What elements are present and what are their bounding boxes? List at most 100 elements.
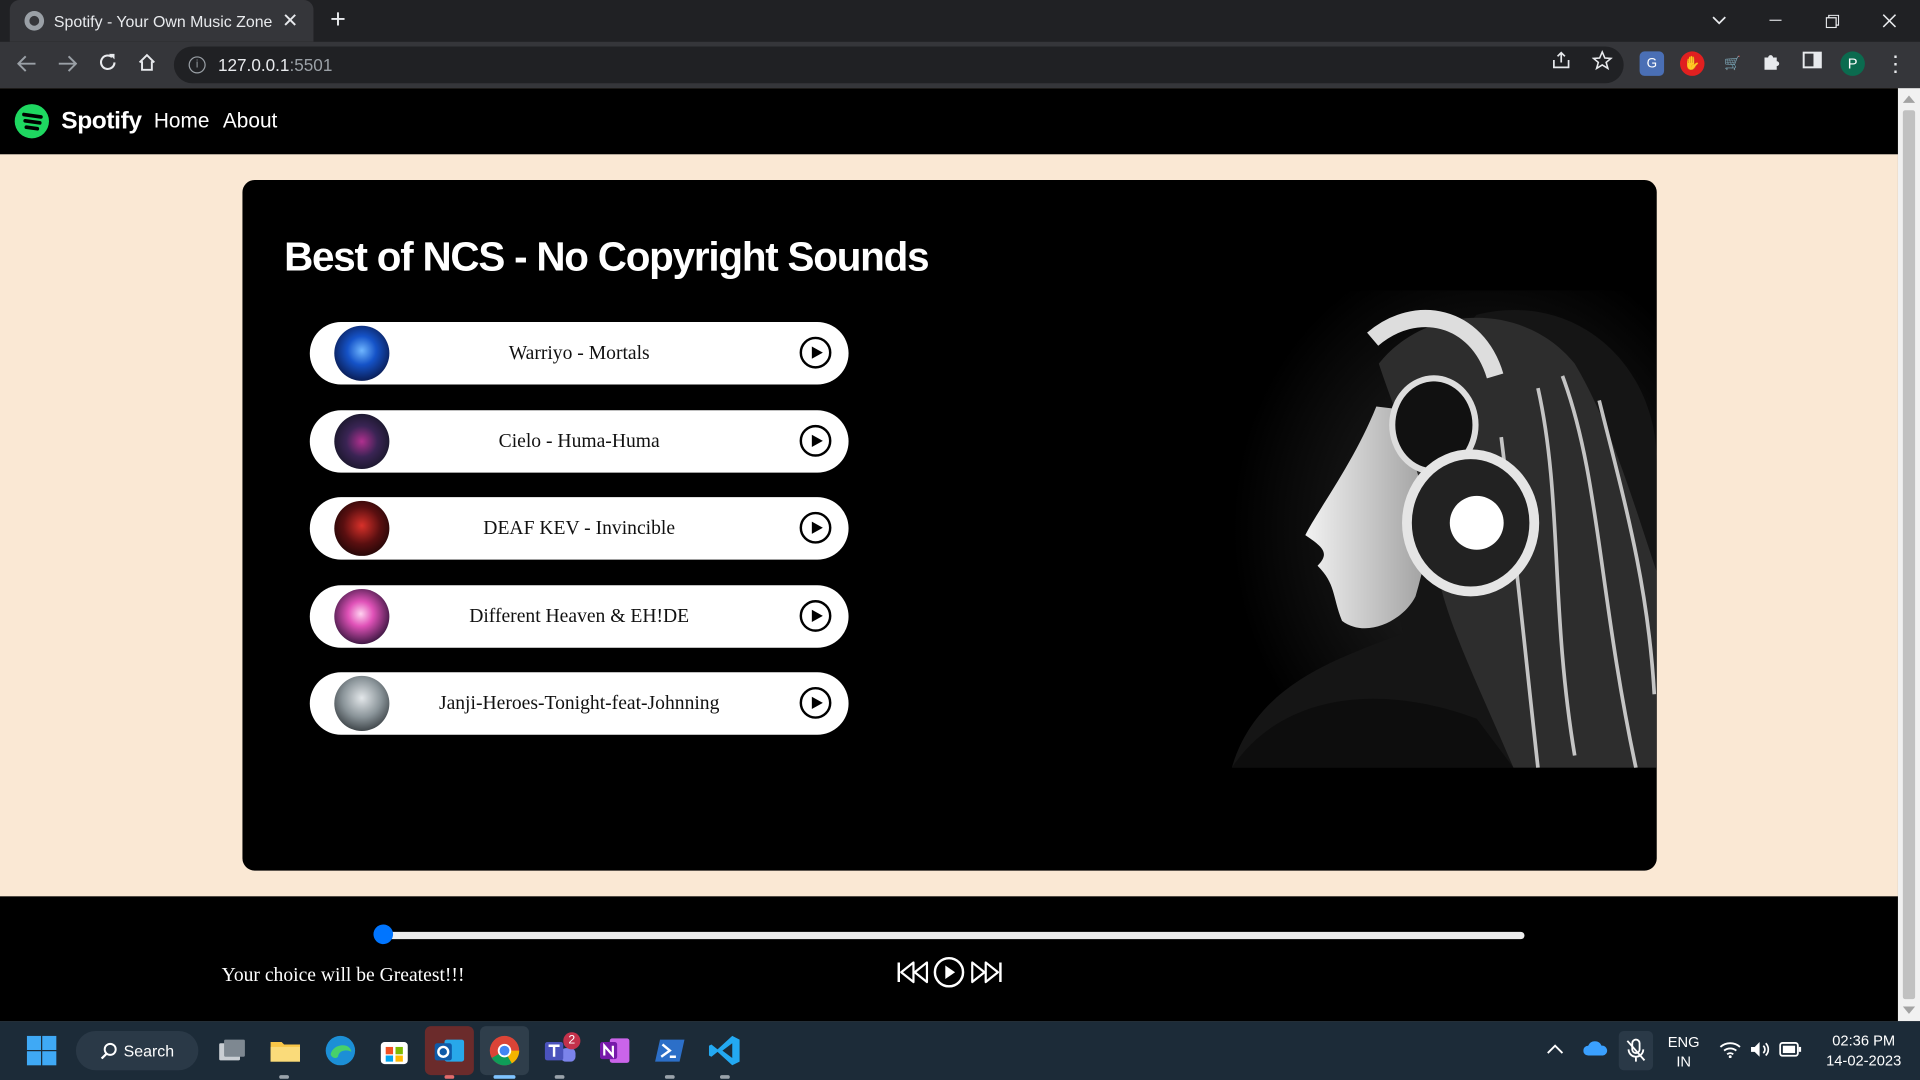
song-cover-image bbox=[334, 675, 390, 732]
song-item[interactable]: Warriyo - Mortals bbox=[309, 322, 849, 385]
edge-browser-icon[interactable] bbox=[323, 1033, 357, 1067]
globe-icon bbox=[24, 11, 45, 31]
clock[interactable]: 02:36 PM 14-02-2023 bbox=[1815, 1031, 1913, 1070]
wifi-icon[interactable] bbox=[1719, 1041, 1741, 1058]
nav-home-link[interactable]: Home bbox=[154, 109, 210, 133]
vscode-icon[interactable] bbox=[708, 1033, 742, 1067]
share-icon[interactable] bbox=[1548, 50, 1575, 77]
microsoft-store-icon[interactable] bbox=[377, 1033, 411, 1067]
reload-icon[interactable] bbox=[93, 50, 122, 79]
previous-track-icon[interactable] bbox=[896, 958, 930, 987]
onenote-icon[interactable] bbox=[598, 1033, 632, 1067]
playlist-heading: Best of NCS - No Copyright Sounds bbox=[284, 233, 929, 280]
powershell-running-indicator bbox=[664, 1075, 675, 1079]
url-host: 127.0.0.1 bbox=[217, 55, 290, 75]
headphones-girl-image bbox=[1231, 290, 1657, 768]
search-icon bbox=[100, 1042, 117, 1060]
powershell-icon[interactable] bbox=[653, 1033, 687, 1067]
outlook-icon[interactable] bbox=[432, 1033, 466, 1067]
song-cover-image bbox=[334, 413, 390, 469]
battery-icon[interactable] bbox=[1779, 1042, 1802, 1057]
file-explorer-icon[interactable] bbox=[268, 1033, 302, 1067]
home-icon[interactable] bbox=[132, 50, 161, 79]
outlook-running-indicator bbox=[444, 1075, 455, 1079]
teams-notification-badge: 2 bbox=[563, 1032, 581, 1050]
song-title: Different Heaven & EH!DE bbox=[469, 606, 690, 627]
scrollbar-thumb[interactable] bbox=[1902, 110, 1916, 1000]
song-cover-image bbox=[334, 325, 390, 381]
player-tagline: Your choice will be Greatest!!! bbox=[221, 964, 465, 986]
site-info-icon[interactable]: i bbox=[188, 56, 206, 74]
chrome-running-indicator bbox=[493, 1075, 516, 1079]
extensions-puzzle-icon[interactable] bbox=[1760, 51, 1784, 75]
tab-title: Spotify - Your Own Music Zone bbox=[53, 11, 273, 31]
browser-toolbar: i 127.0.0.1 :5501 G ✋ 🛒 P ⋮ bbox=[0, 41, 1920, 89]
vscode-running-indicator bbox=[720, 1075, 730, 1079]
song-title: Cielo - Huma-Huma bbox=[498, 431, 660, 452]
browser-titlebar: Spotify - Your Own Music Zone ✕ + bbox=[0, 0, 1920, 42]
taskbar-search-label: Search bbox=[123, 1041, 175, 1060]
url-port: :5501 bbox=[289, 55, 333, 75]
master-play-icon[interactable] bbox=[933, 956, 965, 988]
page-scrollbar[interactable] bbox=[1897, 88, 1920, 1022]
play-circle-icon[interactable] bbox=[799, 511, 832, 544]
brand-name[interactable]: Spotify bbox=[61, 107, 142, 135]
microphone-muted-icon[interactable] bbox=[1626, 1038, 1646, 1062]
translate-extension-icon[interactable]: G bbox=[1639, 51, 1665, 76]
screen: Spotify - Your Own Music Zone ✕ + i 127.… bbox=[0, 0, 1920, 1080]
explorer-running-indicator bbox=[279, 1075, 289, 1079]
song-item[interactable]: Different Heaven & EH!DE bbox=[309, 585, 849, 648]
browser-tab[interactable]: Spotify - Your Own Music Zone ✕ bbox=[9, 0, 314, 42]
onedrive-cloud-icon[interactable] bbox=[1583, 1040, 1608, 1057]
site-navbar: Spotify Home About bbox=[0, 88, 1898, 155]
song-cover-image bbox=[334, 588, 390, 645]
tab-search-icon[interactable] bbox=[1691, 0, 1747, 42]
show-hidden-icons-chevron-icon[interactable] bbox=[1547, 1043, 1564, 1055]
song-title: Warriyo - Mortals bbox=[508, 342, 650, 364]
address-bar[interactable]: i 127.0.0.1 :5501 bbox=[173, 46, 1624, 84]
play-circle-icon[interactable] bbox=[799, 600, 832, 632]
menu-kebab-icon[interactable]: ⋮ bbox=[1882, 50, 1909, 77]
chrome-icon[interactable] bbox=[487, 1033, 521, 1067]
scroll-down-arrow-icon[interactable] bbox=[1902, 1006, 1916, 1014]
song-list-container: Best of NCS - No Copyright Sounds Warriy… bbox=[242, 180, 1657, 871]
tab-close-icon[interactable]: ✕ bbox=[279, 9, 301, 33]
cart-extension-icon[interactable]: 🛒 bbox=[1720, 51, 1744, 75]
progress-slider-thumb[interactable] bbox=[373, 924, 394, 945]
web-page: Spotify Home About Best of NCS - No Copy… bbox=[0, 88, 1898, 1022]
profile-avatar[interactable]: P bbox=[1840, 51, 1865, 76]
task-view-icon[interactable] bbox=[214, 1033, 248, 1067]
restore-icon[interactable] bbox=[1804, 0, 1860, 42]
language-code: ENG bbox=[1667, 1033, 1700, 1051]
song-cover-image bbox=[334, 500, 390, 556]
next-track-icon[interactable] bbox=[969, 958, 1003, 987]
back-icon[interactable] bbox=[12, 50, 41, 79]
new-tab-button[interactable]: + bbox=[323, 4, 352, 34]
player-bar: Your choice will be Greatest!!! bbox=[0, 896, 1898, 1022]
clock-time: 02:36 PM bbox=[1832, 1032, 1896, 1050]
scroll-up-arrow-icon[interactable] bbox=[1902, 95, 1916, 103]
close-window-icon[interactable] bbox=[1861, 0, 1917, 42]
keyboard-region: IN bbox=[1676, 1053, 1692, 1071]
nav-about-link[interactable]: About bbox=[223, 109, 277, 133]
song-item[interactable]: Cielo - Huma-Huma bbox=[309, 410, 849, 473]
side-panel-icon[interactable] bbox=[1800, 51, 1824, 75]
windows-start-icon[interactable] bbox=[24, 1033, 58, 1067]
song-title: Janji-Heroes-Tonight-feat-Johnning bbox=[438, 693, 720, 714]
volume-icon[interactable] bbox=[1750, 1041, 1772, 1058]
song-title: DEAF KEV - Invincible bbox=[483, 517, 676, 539]
song-item[interactable]: Janji-Heroes-Tonight-feat-Johnning bbox=[309, 672, 849, 735]
forward-icon[interactable] bbox=[53, 50, 82, 79]
play-circle-icon[interactable] bbox=[799, 424, 832, 457]
taskbar-search-button[interactable]: Search bbox=[75, 1031, 199, 1071]
song-item[interactable]: DEAF KEV - Invincible bbox=[309, 497, 849, 560]
teams-running-indicator bbox=[554, 1075, 565, 1079]
clock-date: 14-02-2023 bbox=[1826, 1051, 1902, 1069]
language-indicator[interactable]: ENG IN bbox=[1660, 1032, 1707, 1071]
bookmark-star-icon[interactable] bbox=[1588, 49, 1615, 77]
play-circle-icon[interactable] bbox=[799, 686, 832, 719]
minimize-icon[interactable] bbox=[1747, 0, 1803, 42]
progress-slider-track[interactable] bbox=[380, 931, 1525, 940]
play-circle-icon[interactable] bbox=[799, 336, 832, 369]
adblock-extension-icon[interactable]: ✋ bbox=[1680, 51, 1705, 76]
